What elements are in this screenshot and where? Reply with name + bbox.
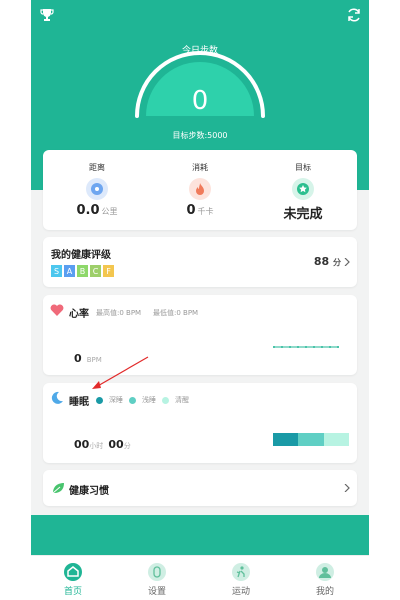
awake-segment [323, 433, 349, 446]
location-icon [86, 178, 108, 200]
leaf-icon [52, 483, 64, 494]
health-score: 88 分 [313, 255, 341, 268]
stat-label: 距离 [89, 163, 105, 172]
stats-card: 距离 0.0 公里 消耗 0 千卡 目标 未完成 [43, 150, 357, 230]
stat-value: 0.0 公里 [76, 203, 118, 218]
tab-sport[interactable]: 运动 [199, 556, 283, 600]
trophy-icon[interactable] [38, 6, 56, 24]
grade-b: B [77, 265, 88, 277]
heart-rate-card[interactable]: 心率 最高值:0 BPM 最低值:0 BPM 0 BPM [43, 295, 357, 375]
tab-label: 运动 [231, 587, 250, 597]
deep-sleep-label: 深睡 [109, 396, 123, 404]
steps-goal: 目标步数:5000 [172, 131, 228, 140]
profile-icon [316, 563, 334, 581]
awake-label: 清醒 [175, 396, 189, 404]
health-rating-title: 我的健康评级 [51, 250, 111, 261]
stat-distance: 距离 0.0 公里 [45, 150, 149, 230]
sleep-legend: 深睡 浅睡 清醒 [96, 395, 189, 405]
run-icon [232, 563, 250, 581]
home-icon [64, 563, 82, 581]
health-habits-card[interactable]: 健康习惯 [43, 470, 357, 506]
grade-c: C [90, 265, 101, 277]
background-band [31, 515, 369, 555]
heart-max: 最高值:0 BPM [96, 309, 142, 317]
heart-rate-chart [273, 346, 339, 348]
deep-sleep-dot [96, 396, 103, 404]
heart-rate-value: 0 BPM [74, 352, 102, 365]
tab-home[interactable]: 首页 [31, 556, 115, 600]
grade-scale: S A B C F [51, 265, 114, 277]
chevron-right-icon [344, 484, 350, 492]
sleep-title: 睡眠 [69, 397, 89, 408]
refresh-icon[interactable] [345, 6, 363, 24]
sleep-duration: 00小时 00分 [74, 438, 131, 451]
grade-f: F [103, 265, 114, 277]
light-sleep-dot [129, 396, 136, 404]
stat-label: 消耗 [192, 163, 208, 172]
tab-label: 首页 [63, 587, 82, 597]
awake-dot [162, 396, 169, 404]
sleep-card[interactable]: 睡眠 深睡 浅睡 清醒 00小时 00分 [43, 383, 357, 463]
stat-goal: 目标 未完成 [251, 150, 355, 230]
stat-value: 0 千卡 [186, 203, 214, 218]
health-habits-title: 健康习惯 [69, 486, 109, 497]
health-rating-card[interactable]: 我的健康评级 S A B C F 88 分 [43, 237, 357, 287]
tab-settings[interactable]: 设置 [115, 556, 199, 600]
chevron-right-icon [344, 258, 350, 266]
steps-title: 今日步数 [181, 46, 218, 56]
moon-icon [51, 391, 63, 404]
sleep-bar [273, 433, 349, 446]
tab-label: 设置 [147, 587, 166, 597]
deep-sleep-segment [273, 433, 299, 446]
light-sleep-segment [298, 433, 324, 446]
steps-value: 0 [191, 86, 209, 116]
grade-a: A [64, 265, 75, 277]
heart-rate-title: 心率 [69, 309, 89, 320]
star-badge-icon [292, 178, 314, 200]
settings-icon [148, 563, 166, 581]
heart-icon [50, 304, 64, 316]
app-screen: 今日步数 0 目标步数:5000 距离 0.0 公里 消耗 0 千卡 目标 未完成 [31, 0, 369, 600]
stat-calories: 消耗 0 千卡 [148, 150, 252, 230]
grade-s: S [51, 265, 62, 277]
bottom-tab-bar: 首页 设置 运动 我的 [31, 555, 369, 600]
stat-value: 未完成 [283, 207, 323, 222]
flame-icon [189, 178, 211, 200]
tab-label: 我的 [315, 587, 334, 597]
stat-label: 目标 [295, 163, 311, 172]
tab-profile[interactable]: 我的 [283, 556, 367, 600]
light-sleep-label: 浅睡 [142, 396, 156, 404]
heart-min: 最低值:0 BPM [153, 309, 199, 317]
